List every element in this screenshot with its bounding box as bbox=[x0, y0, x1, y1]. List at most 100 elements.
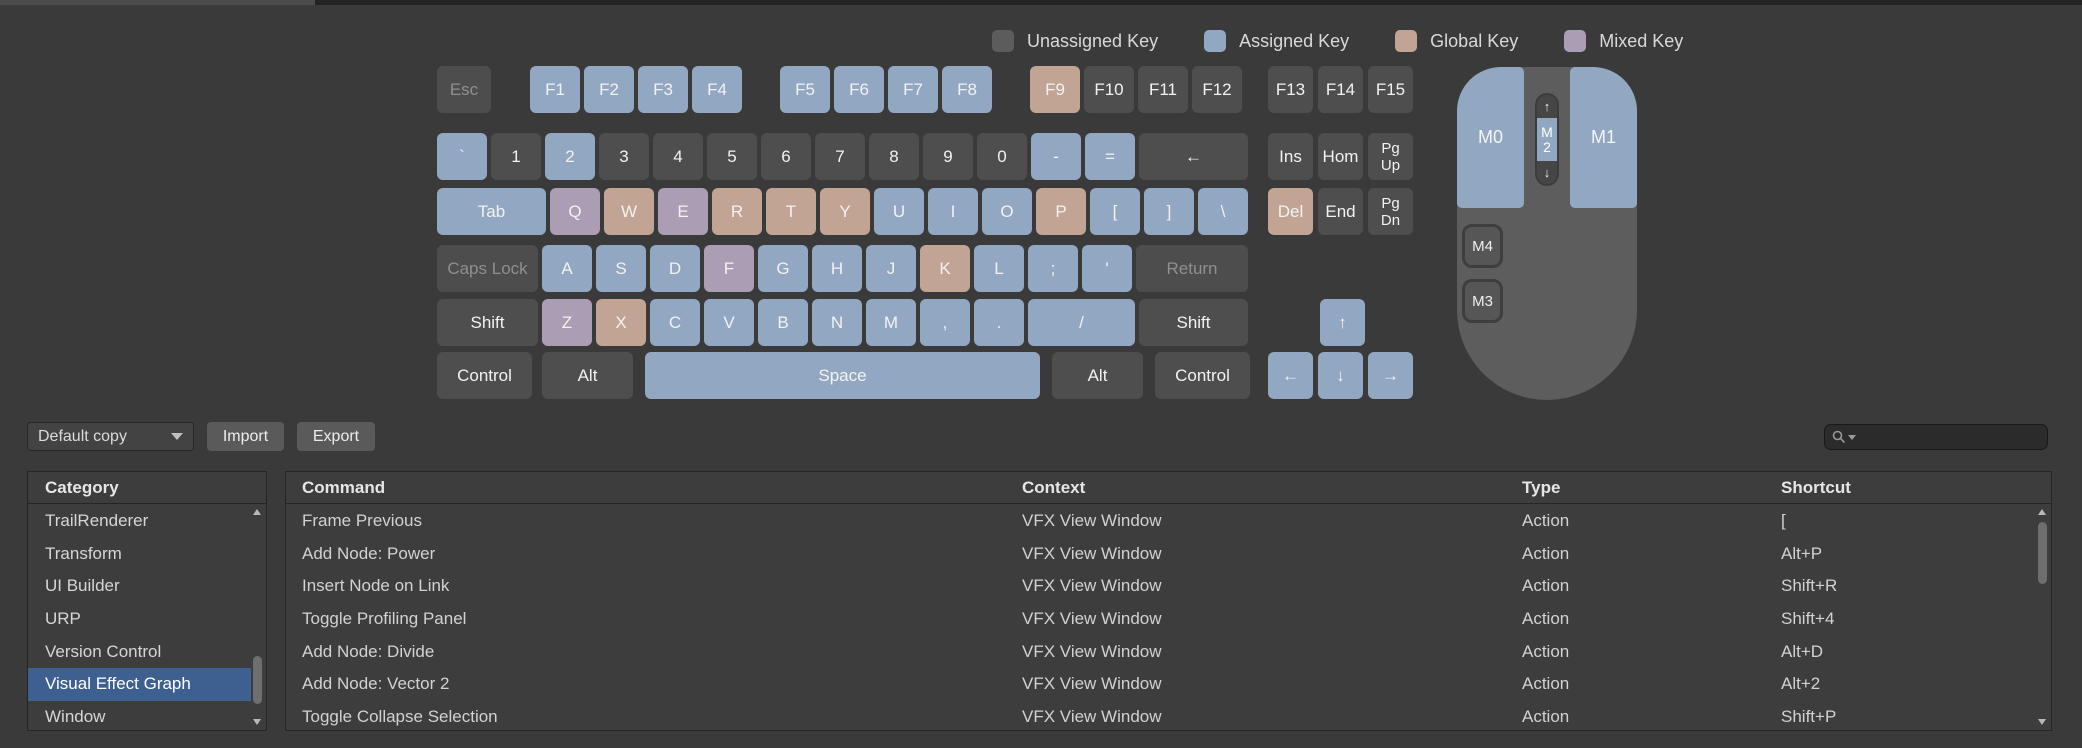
key-end[interactable]: End bbox=[1318, 188, 1363, 235]
key-d[interactable]: D bbox=[650, 245, 700, 292]
key-period[interactable]: . bbox=[974, 299, 1024, 346]
column-header-context[interactable]: Context bbox=[1022, 472, 1522, 503]
key-insert[interactable]: Ins bbox=[1268, 133, 1313, 180]
table-row[interactable]: Toggle Profiling PanelVFX View WindowAct… bbox=[286, 603, 2036, 636]
key-6[interactable]: 6 bbox=[761, 133, 811, 180]
key-7[interactable]: 7 bbox=[815, 133, 865, 180]
key-w[interactable]: W bbox=[604, 188, 654, 235]
key-5[interactable]: 5 bbox=[707, 133, 757, 180]
key-4[interactable]: 4 bbox=[653, 133, 703, 180]
column-header-command[interactable]: Command bbox=[302, 472, 1022, 503]
key-semicolon[interactable]: ; bbox=[1028, 245, 1078, 292]
wheel-down-icon[interactable]: ↓ bbox=[1537, 161, 1557, 184]
key-z[interactable]: Z bbox=[542, 299, 592, 346]
key-bracket-left[interactable]: [ bbox=[1090, 188, 1140, 235]
key-b[interactable]: B bbox=[758, 299, 808, 346]
key-delete[interactable]: Del bbox=[1268, 188, 1313, 235]
key-arrow-left[interactable]: ← bbox=[1268, 352, 1313, 399]
key-c[interactable]: C bbox=[650, 299, 700, 346]
key-f3[interactable]: F3 bbox=[638, 66, 688, 113]
table-row[interactable]: Frame PreviousVFX View WindowAction[ bbox=[286, 505, 2036, 538]
table-row[interactable]: Add Node: Vector 2VFX View WindowActionA… bbox=[286, 668, 2036, 701]
mouse-button-m1[interactable]: M1 bbox=[1570, 67, 1637, 208]
category-scrollbar-thumb[interactable] bbox=[253, 656, 262, 704]
key-0[interactable]: 0 bbox=[977, 133, 1027, 180]
key-f10[interactable]: F10 bbox=[1084, 66, 1134, 113]
key-r[interactable]: R bbox=[712, 188, 762, 235]
category-item-transform[interactable]: Transform bbox=[28, 538, 251, 571]
key-f11[interactable]: F11 bbox=[1138, 66, 1188, 113]
key-alt-left[interactable]: Alt bbox=[542, 352, 633, 399]
scroll-up-icon[interactable] bbox=[253, 509, 261, 515]
key-h[interactable]: H bbox=[812, 245, 862, 292]
key-quote[interactable]: ' bbox=[1082, 245, 1132, 292]
key-l[interactable]: L bbox=[974, 245, 1024, 292]
table-row[interactable]: Add Node: DivideVFX View WindowActionAlt… bbox=[286, 635, 2036, 668]
key-x[interactable]: X bbox=[596, 299, 646, 346]
key-home[interactable]: Hom bbox=[1318, 133, 1363, 180]
key-f12[interactable]: F12 bbox=[1192, 66, 1242, 113]
profile-dropdown[interactable]: Default copy bbox=[27, 422, 194, 451]
key-equals[interactable]: = bbox=[1085, 133, 1135, 180]
mouse-button-m2[interactable]: M 2 bbox=[1537, 118, 1557, 161]
wheel-up-icon[interactable]: ↑ bbox=[1537, 95, 1557, 118]
table-row[interactable]: Add Node: PowerVFX View WindowActionAlt+… bbox=[286, 538, 2036, 571]
key-f[interactable]: F bbox=[704, 245, 754, 292]
key-f14[interactable]: F14 bbox=[1318, 66, 1363, 113]
category-item-window[interactable]: Window bbox=[28, 701, 251, 729]
key-f5[interactable]: F5 bbox=[780, 66, 830, 113]
key-a[interactable]: A bbox=[542, 245, 592, 292]
mouse-button-m0[interactable]: M0 bbox=[1457, 67, 1524, 208]
category-item-urp[interactable]: URP bbox=[28, 603, 251, 636]
category-item-ui-builder[interactable]: UI Builder bbox=[28, 570, 251, 603]
key-u[interactable]: U bbox=[874, 188, 924, 235]
search-input[interactable] bbox=[1824, 424, 2048, 450]
table-row[interactable]: Toggle Collapse SelectionVFX View Window… bbox=[286, 701, 2036, 729]
key-tab[interactable]: Tab bbox=[437, 188, 546, 235]
key-f1[interactable]: F1 bbox=[530, 66, 580, 113]
key-pg-up[interactable]: Pg Up bbox=[1368, 133, 1413, 180]
key-s[interactable]: S bbox=[596, 245, 646, 292]
key-backspace[interactable]: ← bbox=[1139, 133, 1248, 180]
key-9[interactable]: 9 bbox=[923, 133, 973, 180]
key-i[interactable]: I bbox=[928, 188, 978, 235]
key-slash[interactable]: / bbox=[1028, 299, 1135, 346]
key-8[interactable]: 8 bbox=[869, 133, 919, 180]
category-item-trailrenderer[interactable]: TrailRenderer bbox=[28, 505, 251, 538]
category-item-visual-effect-graph[interactable]: Visual Effect Graph bbox=[28, 668, 251, 701]
key-o[interactable]: O bbox=[982, 188, 1032, 235]
column-header-shortcut[interactable]: Shortcut bbox=[1781, 472, 2051, 503]
key-arrow-up[interactable]: ↑ bbox=[1320, 299, 1365, 346]
key-k[interactable]: K bbox=[920, 245, 970, 292]
key-control-left[interactable]: Control bbox=[437, 352, 532, 399]
key-alt-right[interactable]: Alt bbox=[1052, 352, 1143, 399]
key-e[interactable]: E bbox=[658, 188, 708, 235]
key-g[interactable]: G bbox=[758, 245, 808, 292]
key-f13[interactable]: F13 bbox=[1268, 66, 1313, 113]
category-scrollbar[interactable] bbox=[251, 506, 264, 728]
key-f7[interactable]: F7 bbox=[888, 66, 938, 113]
search-filter-caret-icon[interactable] bbox=[1848, 435, 1856, 440]
window-tab[interactable] bbox=[0, 0, 315, 5]
key-p[interactable]: P bbox=[1036, 188, 1086, 235]
key-t[interactable]: T bbox=[766, 188, 816, 235]
import-button[interactable]: Import bbox=[207, 422, 284, 451]
key-1[interactable]: 1 bbox=[491, 133, 541, 180]
key-f9[interactable]: F9 bbox=[1030, 66, 1080, 113]
key-y[interactable]: Y bbox=[820, 188, 870, 235]
scroll-down-icon[interactable] bbox=[2038, 719, 2046, 725]
key-comma[interactable]: , bbox=[920, 299, 970, 346]
key-f15[interactable]: F15 bbox=[1368, 66, 1413, 113]
key-q[interactable]: Q bbox=[550, 188, 600, 235]
table-scrollbar-thumb[interactable] bbox=[2038, 522, 2047, 584]
key-f4[interactable]: F4 bbox=[692, 66, 742, 113]
key-space[interactable]: Space bbox=[645, 352, 1040, 399]
export-button[interactable]: Export bbox=[297, 422, 375, 451]
key-f8[interactable]: F8 bbox=[942, 66, 992, 113]
key-minus[interactable]: - bbox=[1031, 133, 1081, 180]
key-m[interactable]: M bbox=[866, 299, 916, 346]
key-bracket-right[interactable]: ] bbox=[1144, 188, 1194, 235]
table-scrollbar[interactable] bbox=[2036, 506, 2049, 728]
scroll-down-icon[interactable] bbox=[253, 719, 261, 725]
table-row[interactable]: Insert Node on LinkVFX View WindowAction… bbox=[286, 570, 2036, 603]
